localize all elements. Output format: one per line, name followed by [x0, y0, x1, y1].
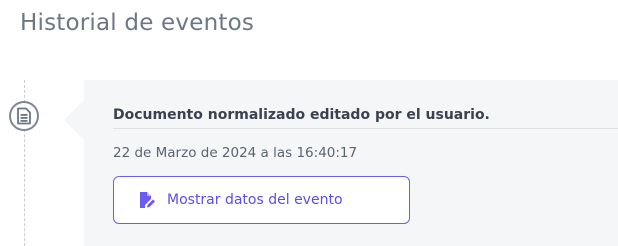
divider	[113, 128, 618, 129]
event-title: Documento normalizado editado por el usu…	[113, 107, 490, 123]
file-edit-icon	[138, 191, 156, 209]
event-timestamp: 22 de Marzo de 2024 a las 16:40:17	[113, 145, 358, 161]
event-card: Documento normalizado editado por el usu…	[64, 80, 618, 246]
button-label: Mostrar datos del evento	[167, 192, 343, 208]
page-title: Historial de eventos	[20, 10, 255, 36]
document-icon	[9, 101, 39, 131]
show-event-data-button[interactable]: Mostrar datos del evento	[113, 176, 410, 224]
